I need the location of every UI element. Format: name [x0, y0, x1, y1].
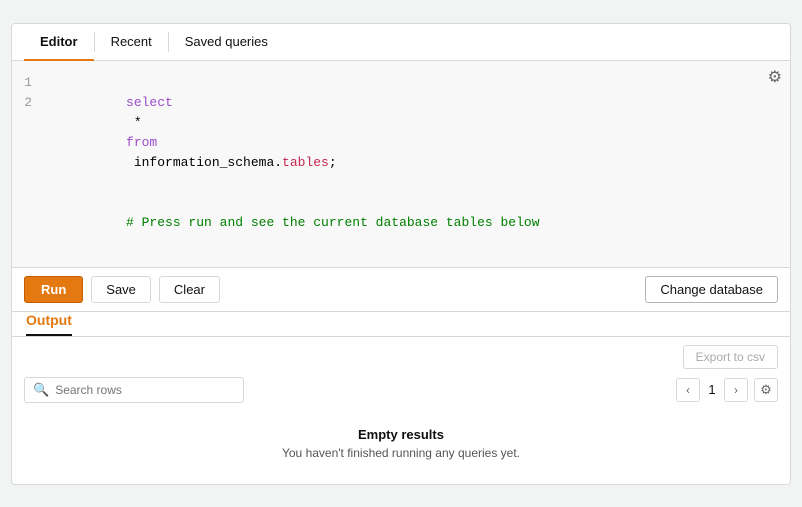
- run-button[interactable]: Run: [24, 276, 83, 303]
- toolbar: Run Save Clear Change database: [12, 268, 790, 312]
- main-container: Editor Recent Saved queries ⚙ 1 2 select…: [11, 23, 791, 485]
- output-top-row: Output: [12, 312, 790, 337]
- editor-area: ⚙ 1 2 select * from information_schema.t…: [12, 61, 790, 268]
- kw-from: from: [126, 135, 157, 150]
- comment-rest: see the current database tables below: [243, 215, 539, 230]
- code-editor[interactable]: 1 2 select * from information_schema.tab…: [12, 67, 790, 267]
- export-csv-button[interactable]: Export to csv: [683, 345, 778, 369]
- table-name: tables: [282, 155, 329, 170]
- editor-settings-icon[interactable]: ⚙: [768, 67, 782, 87]
- change-database-button[interactable]: Change database: [645, 276, 778, 303]
- pager-next-button[interactable]: ›: [724, 378, 748, 402]
- output-controls: Export to csv: [12, 337, 790, 373]
- code-line-2: # Press run and see the current database…: [48, 193, 782, 253]
- line-num-2: 2: [20, 93, 32, 113]
- search-pager-row: 🔍 ‹ 1 › ⚙: [12, 373, 790, 411]
- code-line-1: select * from information_schema.tables;: [48, 73, 782, 193]
- comment-and: and: [220, 215, 243, 230]
- search-box[interactable]: 🔍: [24, 377, 244, 403]
- line-num-1: 1: [20, 73, 32, 93]
- line-numbers: 1 2: [12, 71, 40, 263]
- empty-results-title: Empty results: [358, 427, 444, 442]
- tab-saved-queries[interactable]: Saved queries: [169, 24, 284, 61]
- empty-results-desc: You haven't finished running any queries…: [282, 446, 520, 460]
- plain-semi: ;: [329, 155, 337, 170]
- search-input[interactable]: [55, 383, 235, 397]
- pager: ‹ 1 › ⚙: [676, 378, 778, 402]
- empty-results: Empty results You haven't finished runni…: [12, 411, 790, 484]
- tab-editor[interactable]: Editor: [24, 24, 94, 61]
- pager-page-number: 1: [706, 382, 718, 397]
- pager-settings-button[interactable]: ⚙: [754, 378, 778, 402]
- comment-hash: # Press run: [126, 215, 220, 230]
- plain-schema: information_schema.: [126, 155, 282, 170]
- plain-star: *: [126, 115, 149, 130]
- search-icon: 🔍: [33, 382, 49, 398]
- kw-select: select: [126, 95, 173, 110]
- pager-prev-button[interactable]: ‹: [676, 378, 700, 402]
- clear-button[interactable]: Clear: [159, 276, 220, 303]
- output-label: Output: [26, 312, 72, 336]
- save-button[interactable]: Save: [91, 276, 151, 303]
- output-section: Output Export to csv 🔍 ‹ 1 › ⚙: [12, 312, 790, 484]
- tab-recent[interactable]: Recent: [95, 24, 168, 61]
- tab-bar: Editor Recent Saved queries: [12, 24, 790, 61]
- code-lines[interactable]: select * from information_schema.tables;…: [40, 71, 790, 263]
